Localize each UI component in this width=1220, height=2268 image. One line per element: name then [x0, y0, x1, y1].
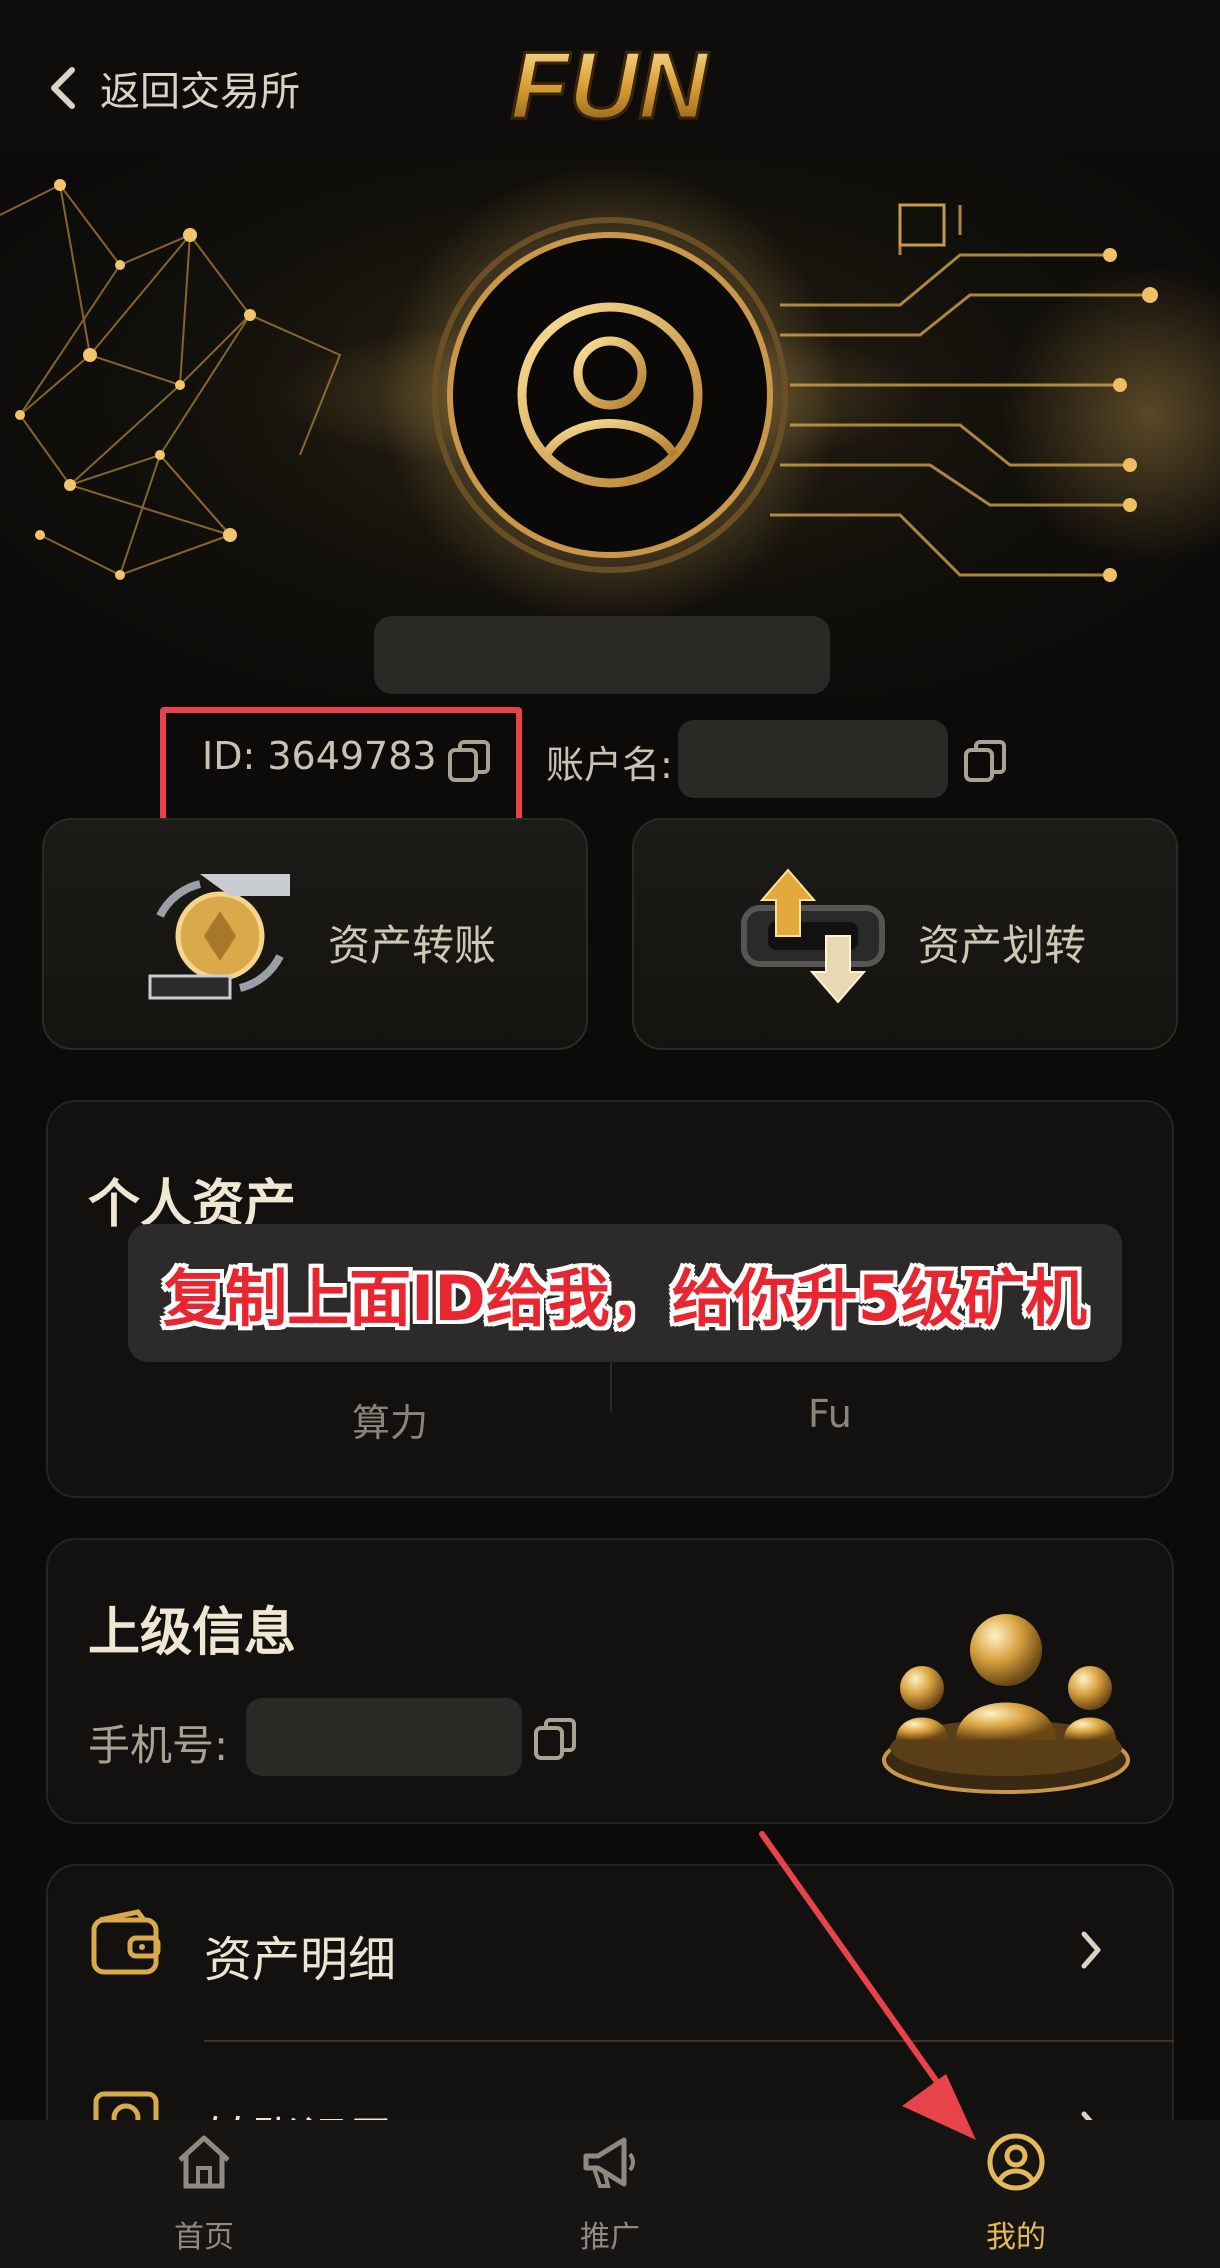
hero-banner [0, 155, 1220, 695]
chevron-right-icon [1081, 1931, 1101, 1969]
copy-account-icon[interactable] [962, 738, 1008, 784]
fun-logo: FUN [509, 31, 711, 141]
tab-mine[interactable]: 我的 [916, 2132, 1116, 2262]
tab-mine-label: 我的 [986, 2220, 1046, 2255]
overlay-banner: 复制上面ID给我，给你升5级矿机 [128, 1224, 1122, 1362]
tab-promote[interactable]: 推广 [510, 2132, 710, 2262]
logo-text: FUN [510, 32, 709, 139]
back-to-exchange-button[interactable]: 返回交易所 [48, 56, 300, 120]
copy-phone-icon[interactable] [532, 1716, 578, 1762]
phone-number-redacted [246, 1698, 522, 1776]
home-icon [178, 2135, 230, 2189]
wallet-icon [91, 1909, 161, 1975]
team-figures-icon [882, 1614, 1130, 1794]
tab-promote-label: 推广 [580, 2220, 640, 2255]
menu-item-asset-details[interactable]: 资产明细 [46, 1866, 1174, 2040]
tab-home-label: 首页 [174, 2220, 234, 2255]
stat-divider [610, 1356, 612, 1412]
bottom-tab-bar: 首页 推广 我的 [0, 2120, 1220, 2268]
account-name-label: 账户名: [546, 743, 673, 787]
tab-home[interactable]: 首页 [104, 2132, 304, 2262]
asset-transfer-card[interactable]: 资产转账 [42, 818, 588, 1050]
hashpower-label: 算力 [352, 1401, 429, 1445]
chevron-left-icon [51, 67, 75, 109]
overlay-banner-text: 复制上面ID给我，给你升5级矿机 [163, 1262, 1087, 1335]
id-highlight-annotation [160, 707, 522, 827]
back-label: 返回交易所 [100, 69, 300, 115]
profile-icon [987, 2133, 1045, 2191]
phone-label: 手机号: [88, 1721, 229, 1770]
username-field-redacted [374, 616, 830, 694]
superior-info-title: 上级信息 [88, 1603, 297, 1663]
asset-details-label: 资产明细 [204, 1932, 397, 1988]
fu-label: Fu [808, 1392, 852, 1436]
asset-swap-label: 资产划转 [918, 921, 1087, 970]
top-bar: 返回交易所 FUN [0, 0, 1220, 155]
asset-transfer-label: 资产转账 [328, 921, 497, 970]
coin-transfer-icon [148, 874, 290, 1000]
menu-divider [204, 2040, 1174, 2042]
superior-info-card: 上级信息 [46, 1538, 1174, 1824]
swap-arrows-icon [741, 868, 885, 1004]
account-name-redacted [678, 720, 948, 798]
megaphone-icon [583, 2137, 635, 2188]
asset-swap-card[interactable]: 资产划转 [632, 818, 1178, 1050]
avatar-icon[interactable] [510, 295, 710, 495]
